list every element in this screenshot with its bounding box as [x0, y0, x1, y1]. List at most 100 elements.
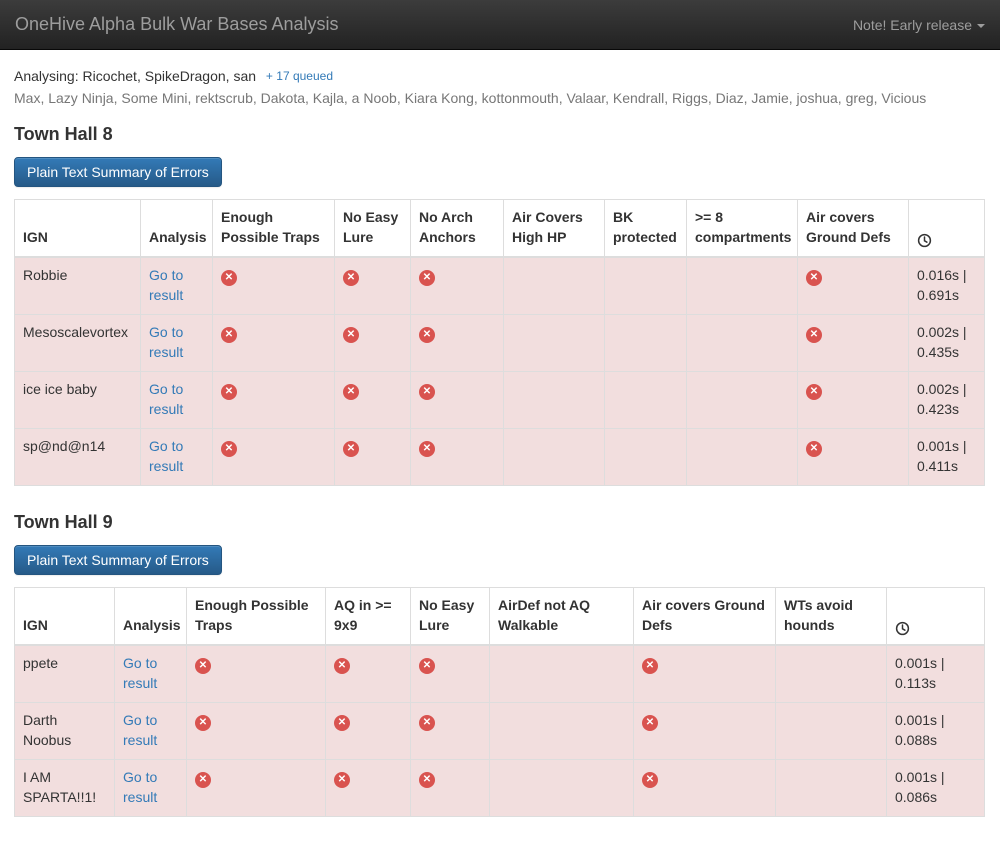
ign-cell: Darth Noobus	[15, 702, 115, 759]
header-row: IGNAnalysisEnough Possible TrapsNo Easy …	[15, 200, 985, 257]
flag-cell	[504, 371, 605, 428]
flag-cell	[605, 314, 687, 371]
error-x-icon: ✕	[642, 658, 658, 674]
error-x-icon: ✕	[334, 772, 350, 788]
app-title: OneHive Alpha Bulk War Bases Analysis	[15, 14, 338, 35]
release-note-dropdown[interactable]: Note! Early release	[853, 17, 985, 33]
analysis-cell: Go to result	[115, 645, 187, 702]
flag-cell	[687, 371, 798, 428]
ign-cell: Robbie	[15, 257, 141, 314]
flag-cell	[687, 314, 798, 371]
flag-cell	[504, 257, 605, 314]
caret-down-icon	[977, 24, 985, 28]
queued-link[interactable]: + 17 queued	[266, 69, 333, 83]
flag-cell: ✕	[798, 257, 909, 314]
clock-icon	[917, 233, 932, 248]
flag-cell: ✕	[326, 702, 411, 759]
table-row: RobbieGo to result✕✕✕✕0.016s | 0.691s	[15, 257, 985, 314]
header-row: IGNAnalysisEnough Possible TrapsAQ in >=…	[15, 587, 985, 644]
navbar: OneHive Alpha Bulk War Bases Analysis No…	[0, 0, 1000, 50]
column-header-flag: AirDef not AQ Walkable	[490, 587, 634, 644]
plain-text-summary-button-th9[interactable]: Plain Text Summary of Errors	[14, 545, 222, 575]
error-x-icon: ✕	[806, 384, 822, 400]
flag-cell	[605, 257, 687, 314]
time-cell: 0.001s | 0.113s	[887, 645, 985, 702]
flag-cell	[776, 702, 887, 759]
results-table-th9: IGNAnalysisEnough Possible TrapsAQ in >=…	[14, 587, 985, 817]
flag-cell: ✕	[213, 314, 335, 371]
column-header-flag: Enough Possible Traps	[213, 200, 335, 257]
error-x-icon: ✕	[419, 270, 435, 286]
column-header-flag: No Easy Lure	[335, 200, 411, 257]
flag-cell	[687, 428, 798, 485]
error-x-icon: ✕	[806, 327, 822, 343]
plain-text-summary-button-th8[interactable]: Plain Text Summary of Errors	[14, 157, 222, 187]
flag-cell: ✕	[411, 371, 504, 428]
go-to-result-link[interactable]: Go to result	[123, 655, 157, 691]
column-header-flag: >= 8 compartments	[687, 200, 798, 257]
error-x-icon: ✕	[419, 772, 435, 788]
flag-cell	[504, 428, 605, 485]
flag-cell	[490, 759, 634, 816]
main-content: Analysing: Ricochet, SpikeDragon, san + …	[0, 50, 1000, 863]
go-to-result-link[interactable]: Go to result	[149, 324, 183, 360]
flag-cell	[605, 371, 687, 428]
error-x-icon: ✕	[343, 327, 359, 343]
flag-cell: ✕	[187, 702, 326, 759]
clock-icon	[895, 621, 910, 636]
flag-cell: ✕	[326, 759, 411, 816]
flag-cell: ✕	[335, 371, 411, 428]
flag-cell: ✕	[634, 759, 776, 816]
go-to-result-link[interactable]: Go to result	[123, 712, 157, 748]
go-to-result-link[interactable]: Go to result	[149, 381, 183, 417]
error-x-icon: ✕	[221, 384, 237, 400]
queued-names: Max, Lazy Ninja, Some Mini, rektscrub, D…	[14, 90, 986, 106]
column-header-ign: IGN	[15, 587, 115, 644]
column-header-flag: Air covers Ground Defs	[798, 200, 909, 257]
flag-cell	[776, 759, 887, 816]
flag-cell: ✕	[411, 759, 490, 816]
time-cell: 0.001s | 0.086s	[887, 759, 985, 816]
flag-cell	[776, 645, 887, 702]
go-to-result-link[interactable]: Go to result	[123, 769, 157, 805]
flag-cell: ✕	[213, 371, 335, 428]
flag-cell: ✕	[634, 645, 776, 702]
column-header-flag: Air Covers High HP	[504, 200, 605, 257]
go-to-result-link[interactable]: Go to result	[149, 438, 183, 474]
column-header-flag: No Easy Lure	[411, 587, 490, 644]
analysis-cell: Go to result	[115, 759, 187, 816]
flag-cell	[490, 645, 634, 702]
flag-cell	[504, 314, 605, 371]
flag-cell	[605, 428, 687, 485]
error-x-icon: ✕	[221, 327, 237, 343]
flag-cell: ✕	[798, 371, 909, 428]
town-hall-9-section: Town Hall 9 Plain Text Summary of Errors…	[14, 512, 986, 817]
section-heading-th8: Town Hall 8	[14, 124, 986, 145]
error-x-icon: ✕	[334, 715, 350, 731]
flag-cell: ✕	[411, 702, 490, 759]
error-x-icon: ✕	[419, 441, 435, 457]
flag-cell: ✕	[187, 645, 326, 702]
analysis-cell: Go to result	[141, 428, 213, 485]
table-row: ppeteGo to result✕✕✕✕0.001s | 0.113s	[15, 645, 985, 702]
time-cell: 0.001s | 0.411s	[909, 428, 985, 485]
table-row: sp@nd@n14Go to result✕✕✕✕0.001s | 0.411s	[15, 428, 985, 485]
column-header-analysis: Analysis	[141, 200, 213, 257]
time-cell: 0.002s | 0.423s	[909, 371, 985, 428]
error-x-icon: ✕	[806, 270, 822, 286]
column-header-time	[887, 587, 985, 644]
column-header-ign: IGN	[15, 200, 141, 257]
column-header-flag: AQ in >= 9x9	[326, 587, 411, 644]
error-x-icon: ✕	[221, 270, 237, 286]
error-x-icon: ✕	[343, 441, 359, 457]
table-row: ice ice babyGo to result✕✕✕✕0.002s | 0.4…	[15, 371, 985, 428]
ign-cell: ppete	[15, 645, 115, 702]
error-x-icon: ✕	[195, 772, 211, 788]
ign-cell: ice ice baby	[15, 371, 141, 428]
analysis-cell: Go to result	[141, 257, 213, 314]
time-cell: 0.001s | 0.088s	[887, 702, 985, 759]
flag-cell: ✕	[213, 428, 335, 485]
column-header-flag: No Arch Anchors	[411, 200, 504, 257]
ign-cell: sp@nd@n14	[15, 428, 141, 485]
go-to-result-link[interactable]: Go to result	[149, 267, 183, 303]
